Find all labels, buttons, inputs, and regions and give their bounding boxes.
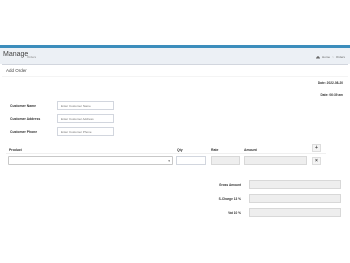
- customer-name-label: Customer Name: [10, 104, 37, 108]
- breadcrumb-separator: >: [332, 55, 334, 59]
- box-title: Add Order: [6, 68, 27, 73]
- customer-phone-label: Customer Phone: [10, 130, 38, 134]
- table-header-divider: [6, 153, 326, 154]
- s-charge-label: S-Charge 13 %: [218, 197, 241, 201]
- top-navbar-area: [0, 0, 350, 45]
- customer-address-label: Customer Address: [10, 117, 41, 121]
- breadcrumb: Home > Orders: [316, 55, 345, 59]
- gross-amount-label: Gross Amount: [218, 183, 241, 187]
- qty-column-header: Qty: [177, 148, 183, 152]
- page-subtitle: Orders: [27, 54, 37, 59]
- breadcrumb-home-link[interactable]: Home: [322, 55, 330, 59]
- order-time: Date: 06:39 am: [320, 93, 343, 97]
- box-header-divider: [2, 76, 348, 77]
- product-column-header: Product: [9, 148, 22, 152]
- s-charge-input: [249, 194, 341, 203]
- customer-phone-input[interactable]: [57, 127, 114, 136]
- customer-address-input[interactable]: [57, 114, 114, 123]
- product-select[interactable]: ▾: [8, 156, 173, 165]
- gross-amount-input: [249, 180, 341, 189]
- qty-input[interactable]: [176, 156, 206, 165]
- content-header: [0, 48, 350, 64]
- vat-input: [249, 208, 341, 217]
- amount-input: [244, 156, 307, 165]
- chevron-down-icon: ▾: [168, 159, 170, 163]
- add-row-button[interactable]: +: [312, 144, 321, 152]
- customer-name-input[interactable]: [57, 101, 114, 110]
- page-title: Manage: [3, 51, 29, 58]
- amount-column-header: Amount: [244, 148, 257, 152]
- order-date: Date: 2022-08-20: [317, 81, 343, 85]
- rate-column-header: Rate: [211, 148, 219, 152]
- rate-input: [211, 156, 240, 165]
- breadcrumb-current: Orders: [335, 55, 345, 59]
- vat-label: Vat 10 %: [228, 211, 241, 215]
- home-icon: [316, 55, 321, 59]
- remove-row-button[interactable]: ×: [312, 157, 321, 165]
- add-order-box: [2, 64, 348, 214]
